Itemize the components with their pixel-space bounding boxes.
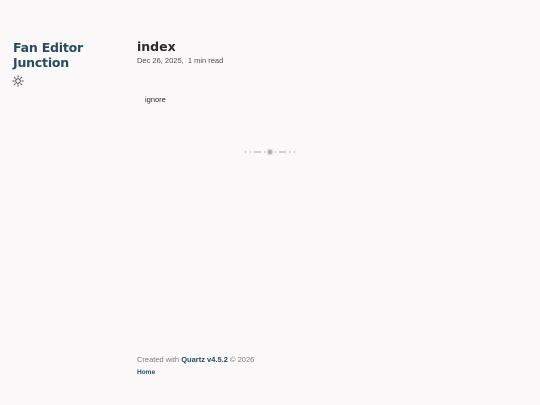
meta-separator: , <box>181 56 184 65</box>
ornamental-divider-icon <box>244 148 296 156</box>
site-title[interactable]: Fan Editor Junction <box>13 40 123 70</box>
reading-time: 1 min read <box>187 56 224 65</box>
body-paragraph: ignore <box>145 95 166 104</box>
footer-credit: Created with Quartz v4.5.2 © 2026 <box>137 355 254 365</box>
page: Fan Editor Junction index Dec 26, 2025, … <box>0 0 540 405</box>
article-body: ignore <box>145 95 166 105</box>
article-title: index <box>137 39 176 54</box>
footer-copyright: © 2026 <box>230 355 255 364</box>
article-date: Dec 26, 2025 <box>137 56 182 65</box>
footer-quartz-link[interactable]: Quartz v4.5.2 <box>181 355 228 364</box>
theme-toggle-button[interactable] <box>12 75 24 87</box>
footer-home-link[interactable]: Home <box>137 368 155 377</box>
article-meta: Dec 26, 2025, 1 min read <box>137 56 223 66</box>
footer-created-with: Created with <box>137 355 180 364</box>
sun-icon <box>12 75 24 87</box>
